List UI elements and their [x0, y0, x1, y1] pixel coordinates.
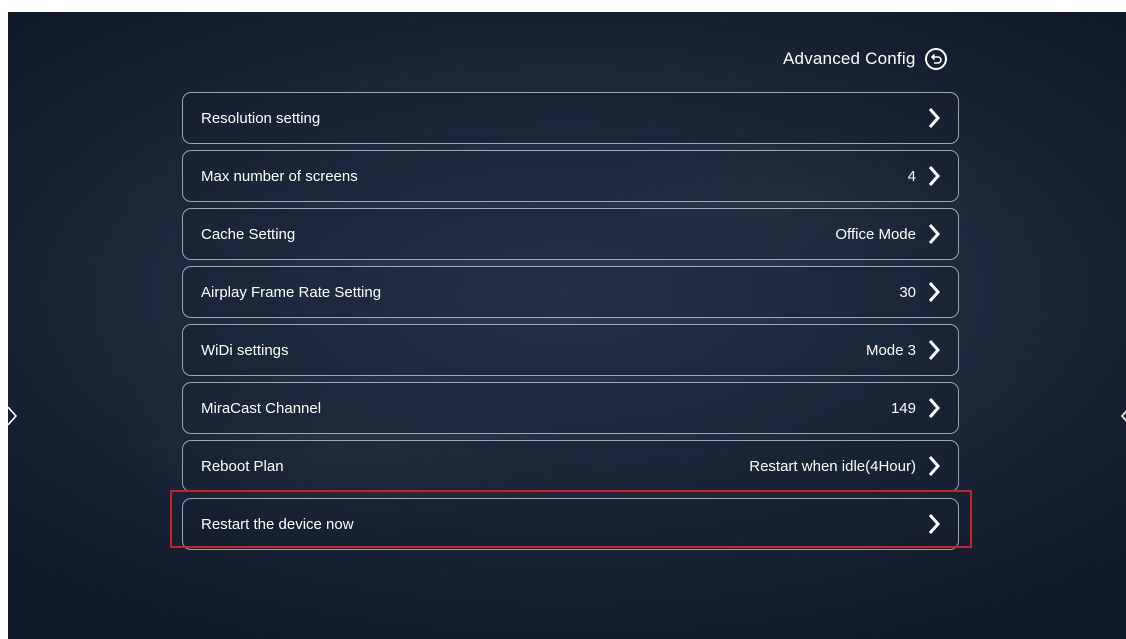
setting-label: Reboot Plan [201, 457, 284, 475]
setting-row-airplay-frame-rate[interactable]: Airplay Frame Rate Setting 30 [182, 266, 959, 318]
setting-label: Airplay Frame Rate Setting [201, 283, 382, 301]
setting-row-restart-now[interactable]: Restart the device now [182, 498, 959, 550]
chevron-right-icon [926, 164, 942, 188]
page-header: Advanced Config [783, 44, 948, 74]
setting-label: Max number of screens [201, 167, 358, 185]
left-nav-arrow-icon[interactable] [8, 404, 18, 433]
setting-row-miracast-channel[interactable]: MiraCast Channel 149 [182, 382, 959, 434]
setting-row-max-screens[interactable]: Max number of screens 4 [182, 150, 959, 202]
setting-value: 149 [890, 399, 916, 417]
chevron-right-icon [926, 222, 942, 246]
setting-row-cache[interactable]: Cache Setting Office Mode [182, 208, 959, 260]
settings-list: Resolution setting Max number of screens… [182, 92, 959, 556]
setting-label: Restart the device now [201, 515, 354, 533]
setting-label: Cache Setting [201, 225, 296, 243]
setting-value: Mode 3 [865, 341, 916, 359]
setting-value: Restart when idle(4Hour) [749, 457, 916, 475]
right-nav-arrow-icon[interactable] [1120, 404, 1126, 433]
setting-label: MiraCast Channel [201, 399, 322, 417]
chevron-right-icon [926, 338, 942, 362]
setting-row-widi[interactable]: WiDi settings Mode 3 [182, 324, 959, 376]
chevron-right-icon [926, 454, 942, 478]
setting-row-reboot-plan[interactable]: Reboot Plan Restart when idle(4Hour) [182, 440, 959, 492]
chevron-right-icon [926, 106, 942, 130]
chevron-right-icon [926, 396, 942, 420]
setting-row-resolution[interactable]: Resolution setting [182, 92, 959, 144]
chevron-right-icon [926, 280, 942, 304]
setting-label: WiDi settings [201, 341, 289, 359]
settings-screen: Advanced Config Resolution setting Max n… [8, 12, 1126, 639]
back-arrow-circle-icon[interactable] [925, 48, 948, 70]
setting-value: Office Mode [835, 225, 916, 243]
setting-label: Resolution setting [201, 109, 321, 127]
setting-value: 4 [907, 167, 916, 185]
chevron-right-icon [926, 512, 942, 536]
setting-value: 30 [899, 283, 916, 301]
page-title: Advanced Config [783, 49, 916, 68]
